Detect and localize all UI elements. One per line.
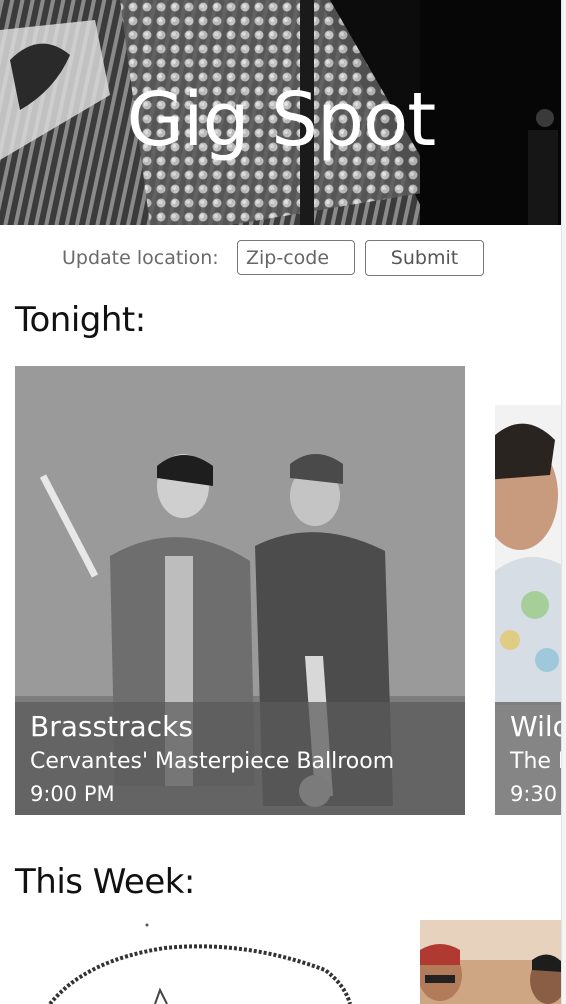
zip-code-input[interactable]: [237, 240, 355, 275]
event-artist: Wild: [510, 710, 562, 743]
location-form: Update location: Submit: [0, 238, 562, 278]
event-time: 9:30: [510, 782, 558, 806]
event-venue: The I: [510, 749, 562, 774]
event-info-overlay: Wild The I 9:30: [495, 702, 562, 815]
hero-header: Gig Spot: [0, 0, 562, 225]
week-event-card[interactable]: [15, 920, 405, 1004]
event-artist: Brasstracks: [30, 710, 193, 743]
event-photo: [420, 920, 562, 1004]
event-time: 9:00 PM: [30, 782, 115, 806]
event-card[interactable]: Brasstracks Cervantes' Masterpiece Ballr…: [15, 366, 465, 815]
week-event-card[interactable]: [420, 920, 562, 1004]
location-label: Update location:: [62, 247, 219, 269]
submit-button[interactable]: Submit: [365, 240, 484, 276]
scrollbar[interactable]: [561, 0, 566, 1004]
app-title: Gig Spot: [126, 77, 437, 163]
event-photo: [15, 920, 405, 1004]
this-week-heading: This Week:: [15, 862, 195, 902]
tonight-heading: Tonight:: [15, 300, 146, 340]
event-card[interactable]: Wild The I 9:30: [495, 405, 562, 815]
event-venue: Cervantes' Masterpiece Ballroom: [30, 749, 395, 774]
event-info-overlay: Brasstracks Cervantes' Masterpiece Ballr…: [15, 702, 465, 815]
